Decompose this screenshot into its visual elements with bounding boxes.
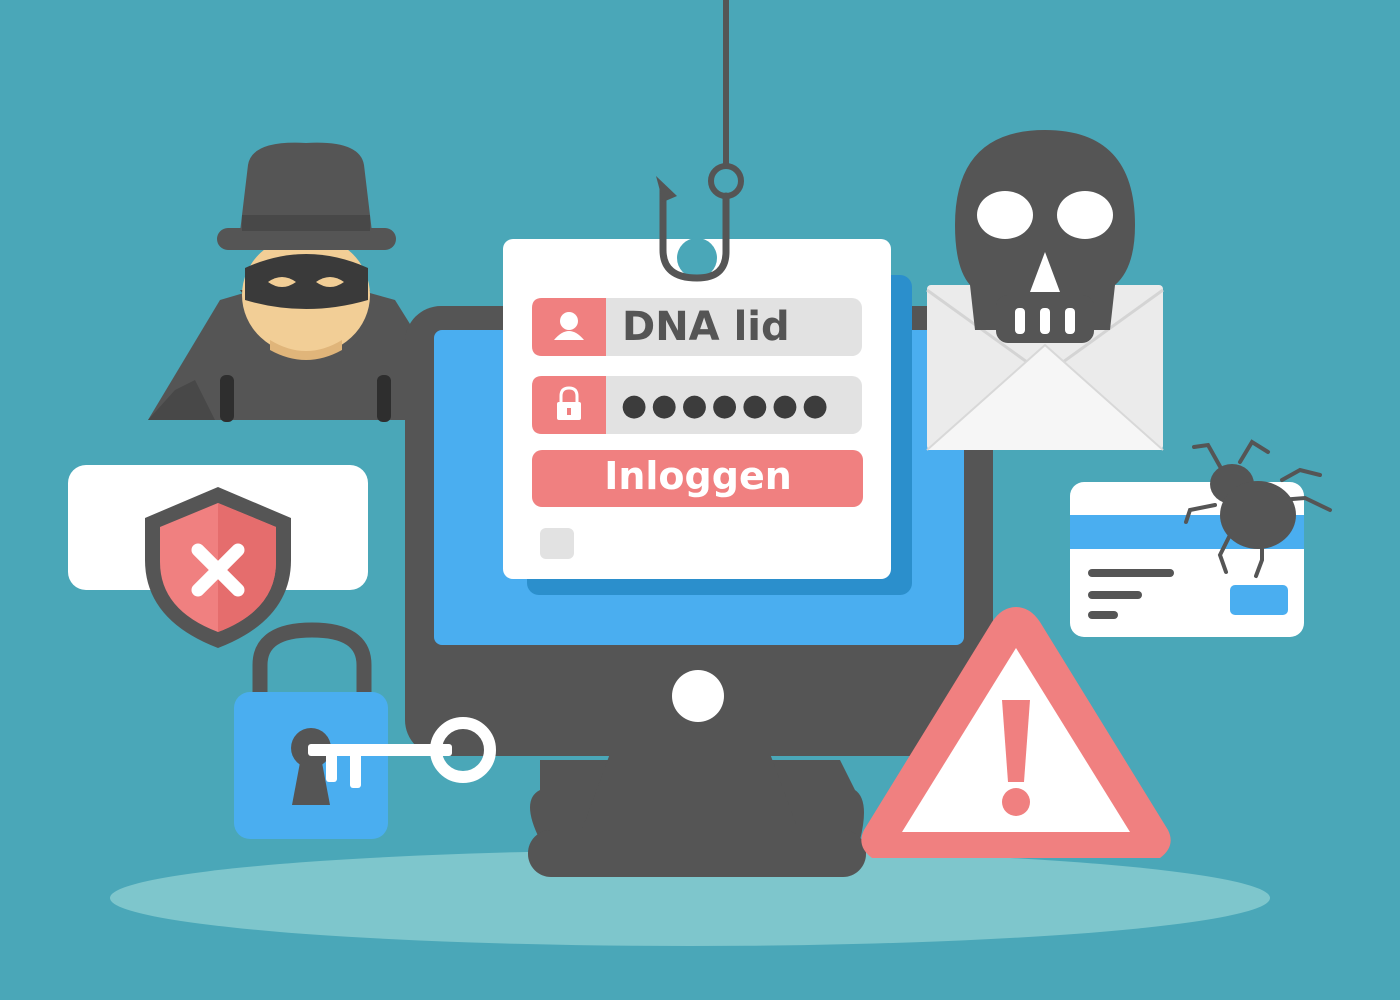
fishing-hook-icon [656,0,744,282]
shield-alert-card [68,465,368,648]
password-value: ●●●●●●● [621,388,833,423]
padlock-icon [234,622,388,839]
skull-icon [955,130,1135,343]
power-button-icon [672,670,724,722]
malicious-email [926,130,1164,451]
username-value: DNA lid [622,304,790,350]
login-button-label: Inloggen [604,454,792,498]
remember-me-checkbox[interactable] [540,528,574,559]
phishing-illustration [68,0,1332,946]
shield-x-icon [145,487,291,648]
